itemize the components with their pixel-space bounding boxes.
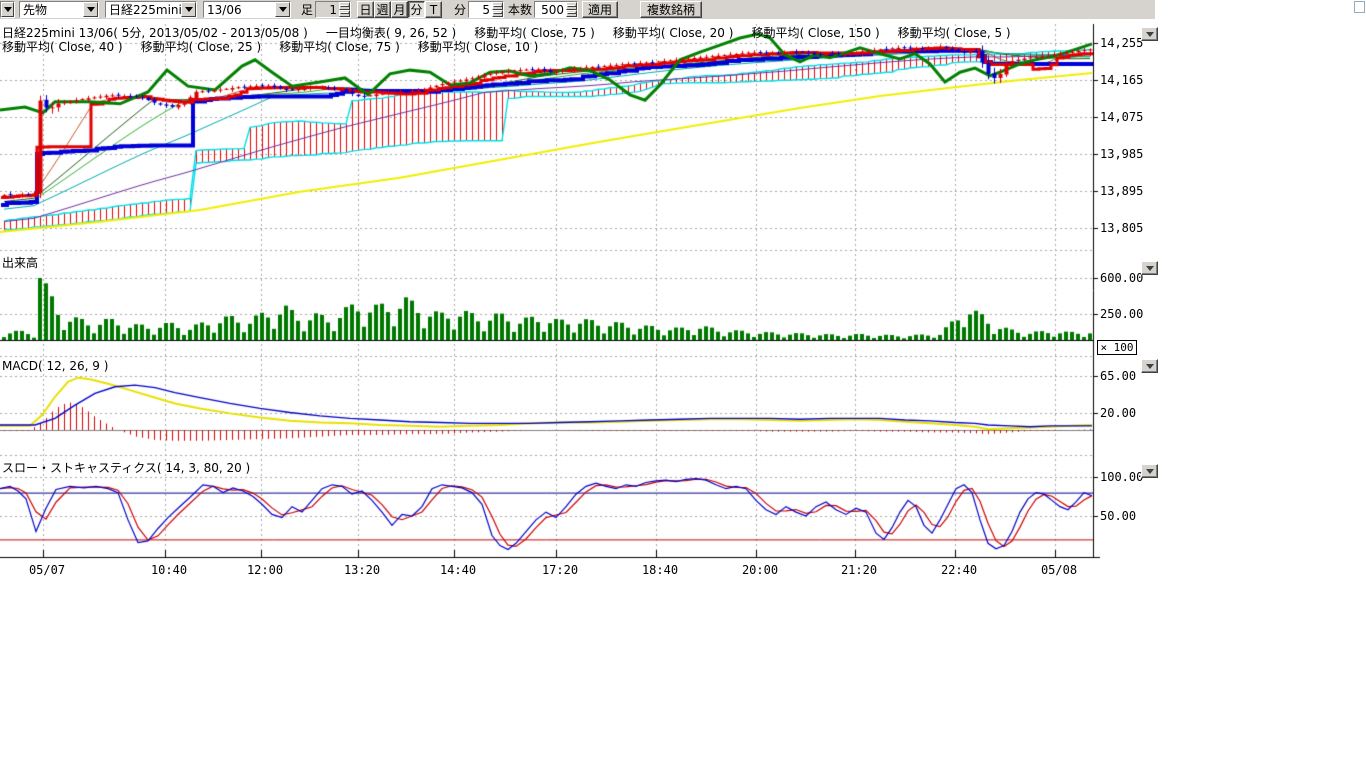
chart-canvas[interactable]	[0, 0, 1366, 768]
bar-type-spinner-value: 1	[316, 2, 339, 17]
volume-axis-tick: 250.00	[1100, 307, 1154, 321]
apply-button[interactable]: 適用	[582, 1, 618, 18]
monthly-button[interactable]: 月	[391, 1, 408, 18]
time-axis-label: 17:20	[538, 563, 582, 577]
stochastics-panel-title: スロー・ストキャスティクス( 14, 3, 80, 20 )	[2, 459, 250, 476]
spin-down-icon[interactable]	[339, 10, 350, 18]
bar-type-spinner[interactable]: 1	[315, 1, 351, 18]
contract-month-combobox[interactable]: 13/06	[203, 1, 291, 18]
symbol-combobox-value: 日経225mini	[106, 1, 181, 18]
time-axis-label: 18:40	[638, 563, 682, 577]
legend-item: 移動平均( Close, 10 )	[418, 38, 539, 55]
spin-up-icon[interactable]	[566, 2, 577, 10]
spin-down-icon[interactable]	[566, 10, 577, 18]
weekly-button[interactable]: 週	[374, 1, 391, 18]
legend-row-2: 移動平均( Close, 40 ) 移動平均( Close, 25 ) 移動平均( …	[2, 38, 538, 55]
price-axis-tick: 13,985	[1100, 147, 1154, 161]
time-axis-label: 20:00	[738, 563, 782, 577]
corner-icon	[1354, 1, 1365, 13]
minute-spinner-value: 5	[469, 2, 492, 17]
chevron-down-icon[interactable]	[181, 2, 196, 17]
spin-up-icon[interactable]	[492, 2, 503, 10]
time-axis-label: 05/07	[25, 563, 69, 577]
macd-panel-scale-dropdown[interactable]	[1141, 359, 1158, 373]
minute-button[interactable]: 分	[408, 1, 425, 18]
minute-label: 分	[454, 1, 466, 18]
chevron-down-icon[interactable]	[83, 2, 98, 17]
legend-item: 移動平均( Close, 25 )	[141, 38, 262, 55]
price-axis-tick: 13,805	[1100, 221, 1154, 235]
bar-count-label: 本数	[508, 1, 532, 18]
tick-button[interactable]: T	[425, 1, 442, 18]
chevron-down-icon[interactable]	[275, 2, 290, 17]
legend-item: 移動平均( Close, 150 )	[751, 24, 879, 41]
legend-item: 移動平均( Close, 40 )	[2, 38, 123, 55]
daily-button[interactable]: 日	[357, 1, 374, 18]
contract-month-combobox-value: 13/06	[204, 3, 275, 17]
price-panel-scale-dropdown[interactable]	[1141, 27, 1158, 41]
symbol-combobox[interactable]: 日経225mini	[105, 1, 197, 18]
time-axis-label: 21:20	[837, 563, 881, 577]
spin-down-icon[interactable]	[492, 10, 503, 18]
stoch-axis-tick: 50.00	[1100, 509, 1154, 523]
price-axis-tick: 13,895	[1100, 184, 1154, 198]
stoch-panel-scale-dropdown[interactable]	[1141, 464, 1158, 478]
time-axis-label: 05/08	[1037, 563, 1081, 577]
legend-item: 移動平均( Close, 75 )	[279, 38, 400, 55]
bar-type-label: 足	[301, 1, 313, 18]
time-axis-label: 13:20	[340, 563, 384, 577]
legend-item: 移動平均( Close, 5 )	[898, 24, 1011, 41]
time-axis-label: 22:40	[937, 563, 981, 577]
time-axis-label: 12:00	[243, 563, 287, 577]
bar-count-spinner[interactable]: 500	[534, 1, 578, 18]
price-axis-tick: 14,165	[1100, 73, 1154, 87]
chevron-down-icon[interactable]	[1, 2, 14, 17]
macd-axis-tick: 20.00	[1100, 406, 1154, 420]
left-partial-combobox[interactable]	[0, 1, 15, 18]
volume-panel-scale-dropdown[interactable]	[1141, 261, 1158, 275]
time-axis-label: 10:40	[147, 563, 191, 577]
macd-panel-title: MACD( 12, 26, 9 )	[2, 359, 108, 373]
minute-spinner[interactable]: 5	[468, 1, 504, 18]
bar-count-spinner-value: 500	[535, 2, 566, 17]
market-combobox[interactable]: 先物	[19, 1, 99, 18]
volume-multiplier-badge: × 100	[1097, 340, 1137, 355]
multi-symbol-button[interactable]: 複数銘柄	[640, 1, 702, 18]
volume-panel-title: 出来高	[2, 254, 38, 271]
market-combobox-value: 先物	[20, 1, 83, 18]
legend-item: 移動平均( Close, 20 )	[613, 24, 734, 41]
spin-up-icon[interactable]	[339, 2, 350, 10]
price-axis-tick: 14,075	[1100, 110, 1154, 124]
toolbar: 先物 日経225mini 13/06 足 1 日 週 月 分 T 分 5 本数 …	[0, 0, 1155, 19]
app-window: 先物 日経225mini 13/06 足 1 日 週 月 分 T 分 5 本数 …	[0, 0, 1366, 768]
time-axis-label: 14:40	[436, 563, 480, 577]
